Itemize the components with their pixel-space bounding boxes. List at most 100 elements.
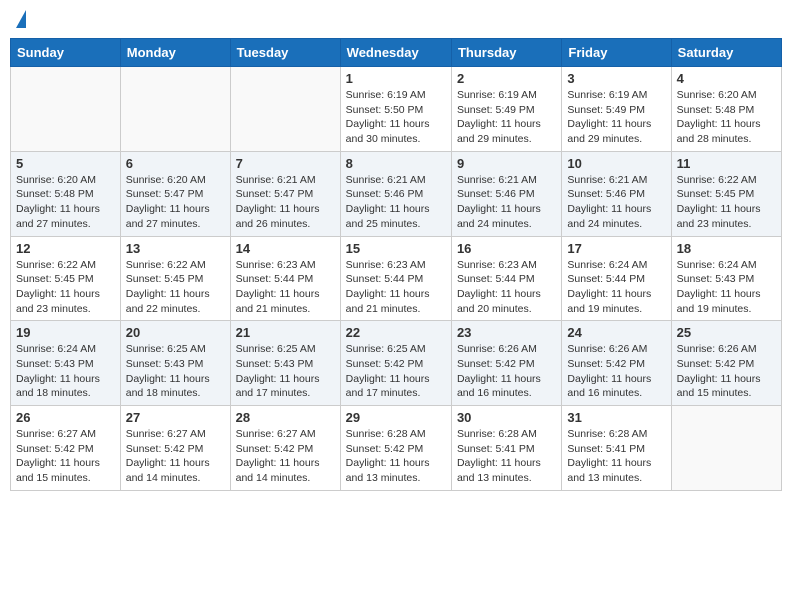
calendar-cell: 11 Sunrise: 6:22 AMSunset: 5:45 PMDayligh…	[671, 151, 781, 236]
day-info: Sunrise: 6:28 AMSunset: 5:41 PMDaylight:…	[567, 427, 665, 486]
day-info: Sunrise: 6:24 AMSunset: 5:43 PMDaylight:…	[16, 342, 115, 401]
calendar-table: SundayMondayTuesdayWednesdayThursdayFrid…	[10, 38, 782, 491]
calendar-cell: 5 Sunrise: 6:20 AMSunset: 5:48 PMDaylight…	[11, 151, 121, 236]
day-number: 28	[236, 410, 335, 425]
calendar-cell: 31 Sunrise: 6:28 AMSunset: 5:41 PMDayligh…	[562, 406, 671, 491]
weekday-header-saturday: Saturday	[671, 39, 781, 67]
calendar-cell: 19 Sunrise: 6:24 AMSunset: 5:43 PMDayligh…	[11, 321, 121, 406]
calendar-cell: 30Sunrise: 6:28 AMSunset: 5:41 PMDayligh…	[451, 406, 561, 491]
calendar-week-3: 12 Sunrise: 6:22 AMSunset: 5:45 PMDayligh…	[11, 236, 782, 321]
calendar-cell: 10Sunrise: 6:21 AMSunset: 5:46 PMDayligh…	[562, 151, 671, 236]
calendar-cell: 20Sunrise: 6:25 AMSunset: 5:43 PMDayligh…	[120, 321, 230, 406]
day-info: Sunrise: 6:23 AMSunset: 5:44 PMDaylight:…	[346, 258, 446, 317]
day-number: 11	[677, 156, 776, 171]
day-number: 14	[236, 241, 335, 256]
calendar-cell: 26 Sunrise: 6:27 AMSunset: 5:42 PMDayligh…	[11, 406, 121, 491]
day-info: Sunrise: 6:28 AMSunset: 5:42 PMDaylight:…	[346, 427, 446, 486]
day-number: 4	[677, 71, 776, 86]
calendar-cell: 12 Sunrise: 6:22 AMSunset: 5:45 PMDayligh…	[11, 236, 121, 321]
day-info: Sunrise: 6:25 AMSunset: 5:43 PMDaylight:…	[126, 342, 225, 401]
calendar-cell	[11, 67, 121, 152]
calendar-cell	[671, 406, 781, 491]
day-info: Sunrise: 6:25 AMSunset: 5:43 PMDaylight:…	[236, 342, 335, 401]
calendar-cell: 7 Sunrise: 6:21 AMSunset: 5:47 PMDaylight…	[230, 151, 340, 236]
day-info: Sunrise: 6:23 AMSunset: 5:44 PMDaylight:…	[236, 258, 335, 317]
weekday-header-wednesday: Wednesday	[340, 39, 451, 67]
calendar-cell: 28 Sunrise: 6:27 AMSunset: 5:42 PMDayligh…	[230, 406, 340, 491]
calendar-body: 1 Sunrise: 6:19 AMSunset: 5:50 PMDaylight…	[11, 67, 782, 491]
calendar-cell: 3 Sunrise: 6:19 AMSunset: 5:49 PMDaylight…	[562, 67, 671, 152]
logo-triangle-icon	[16, 10, 26, 28]
day-number: 21	[236, 325, 335, 340]
calendar-week-1: 1 Sunrise: 6:19 AMSunset: 5:50 PMDaylight…	[11, 67, 782, 152]
day-info: Sunrise: 6:27 AMSunset: 5:42 PMDaylight:…	[126, 427, 225, 486]
calendar-cell: 13 Sunrise: 6:22 AMSunset: 5:45 PMDayligh…	[120, 236, 230, 321]
calendar-header: SundayMondayTuesdayWednesdayThursdayFrid…	[11, 39, 782, 67]
day-info: Sunrise: 6:27 AMSunset: 5:42 PMDaylight:…	[236, 427, 335, 486]
day-info: Sunrise: 6:19 AMSunset: 5:49 PMDaylight:…	[457, 88, 556, 147]
day-number: 13	[126, 241, 225, 256]
day-info: Sunrise: 6:26 AMSunset: 5:42 PMDaylight:…	[567, 342, 665, 401]
day-info: Sunrise: 6:20 AMSunset: 5:48 PMDaylight:…	[16, 173, 115, 232]
day-number: 22	[346, 325, 446, 340]
day-info: Sunrise: 6:21 AMSunset: 5:46 PMDaylight:…	[457, 173, 556, 232]
calendar-cell: 18 Sunrise: 6:24 AMSunset: 5:43 PMDayligh…	[671, 236, 781, 321]
day-number: 30	[457, 410, 556, 425]
page-header	[10, 10, 782, 30]
day-number: 18	[677, 241, 776, 256]
day-info: Sunrise: 6:21 AMSunset: 5:46 PMDaylight:…	[346, 173, 446, 232]
calendar-cell: 14 Sunrise: 6:23 AMSunset: 5:44 PMDayligh…	[230, 236, 340, 321]
calendar-week-4: 19 Sunrise: 6:24 AMSunset: 5:43 PMDayligh…	[11, 321, 782, 406]
calendar-cell: 25 Sunrise: 6:26 AMSunset: 5:42 PMDayligh…	[671, 321, 781, 406]
day-info: Sunrise: 6:20 AMSunset: 5:48 PMDaylight:…	[677, 88, 776, 147]
day-number: 27	[126, 410, 225, 425]
calendar-cell: 17Sunrise: 6:24 AMSunset: 5:44 PMDayligh…	[562, 236, 671, 321]
day-number: 5	[16, 156, 115, 171]
day-info: Sunrise: 6:25 AMSunset: 5:42 PMDaylight:…	[346, 342, 446, 401]
calendar-cell	[230, 67, 340, 152]
day-number: 3	[567, 71, 665, 86]
day-info: Sunrise: 6:19 AMSunset: 5:49 PMDaylight:…	[567, 88, 665, 147]
calendar-cell: 16 Sunrise: 6:23 AMSunset: 5:44 PMDayligh…	[451, 236, 561, 321]
weekday-header-monday: Monday	[120, 39, 230, 67]
calendar-cell: 8 Sunrise: 6:21 AMSunset: 5:46 PMDaylight…	[340, 151, 451, 236]
weekday-row: SundayMondayTuesdayWednesdayThursdayFrid…	[11, 39, 782, 67]
day-info: Sunrise: 6:26 AMSunset: 5:42 PMDaylight:…	[677, 342, 776, 401]
day-number: 26	[16, 410, 115, 425]
day-info: Sunrise: 6:22 AMSunset: 5:45 PMDaylight:…	[16, 258, 115, 317]
day-number: 10	[567, 156, 665, 171]
day-number: 1	[346, 71, 446, 86]
day-number: 24	[567, 325, 665, 340]
day-number: 19	[16, 325, 115, 340]
calendar-cell: 21 Sunrise: 6:25 AMSunset: 5:43 PMDayligh…	[230, 321, 340, 406]
calendar-cell: 22 Sunrise: 6:25 AMSunset: 5:42 PMDayligh…	[340, 321, 451, 406]
day-number: 6	[126, 156, 225, 171]
day-info: Sunrise: 6:19 AMSunset: 5:50 PMDaylight:…	[346, 88, 446, 147]
day-info: Sunrise: 6:22 AMSunset: 5:45 PMDaylight:…	[677, 173, 776, 232]
day-number: 23	[457, 325, 556, 340]
day-info: Sunrise: 6:27 AMSunset: 5:42 PMDaylight:…	[16, 427, 115, 486]
day-info: Sunrise: 6:23 AMSunset: 5:44 PMDaylight:…	[457, 258, 556, 317]
calendar-cell: 23Sunrise: 6:26 AMSunset: 5:42 PMDayligh…	[451, 321, 561, 406]
calendar-cell: 29Sunrise: 6:28 AMSunset: 5:42 PMDayligh…	[340, 406, 451, 491]
calendar-cell: 4 Sunrise: 6:20 AMSunset: 5:48 PMDaylight…	[671, 67, 781, 152]
day-number: 25	[677, 325, 776, 340]
calendar-week-5: 26 Sunrise: 6:27 AMSunset: 5:42 PMDayligh…	[11, 406, 782, 491]
day-info: Sunrise: 6:20 AMSunset: 5:47 PMDaylight:…	[126, 173, 225, 232]
calendar-cell	[120, 67, 230, 152]
day-number: 16	[457, 241, 556, 256]
weekday-header-thursday: Thursday	[451, 39, 561, 67]
day-number: 15	[346, 241, 446, 256]
weekday-header-sunday: Sunday	[11, 39, 121, 67]
day-info: Sunrise: 6:24 AMSunset: 5:43 PMDaylight:…	[677, 258, 776, 317]
day-number: 2	[457, 71, 556, 86]
day-number: 31	[567, 410, 665, 425]
day-number: 12	[16, 241, 115, 256]
day-number: 8	[346, 156, 446, 171]
calendar-cell: 9Sunrise: 6:21 AMSunset: 5:46 PMDaylight…	[451, 151, 561, 236]
day-info: Sunrise: 6:22 AMSunset: 5:45 PMDaylight:…	[126, 258, 225, 317]
day-info: Sunrise: 6:21 AMSunset: 5:47 PMDaylight:…	[236, 173, 335, 232]
weekday-header-friday: Friday	[562, 39, 671, 67]
calendar-cell: 15 Sunrise: 6:23 AMSunset: 5:44 PMDayligh…	[340, 236, 451, 321]
day-number: 7	[236, 156, 335, 171]
